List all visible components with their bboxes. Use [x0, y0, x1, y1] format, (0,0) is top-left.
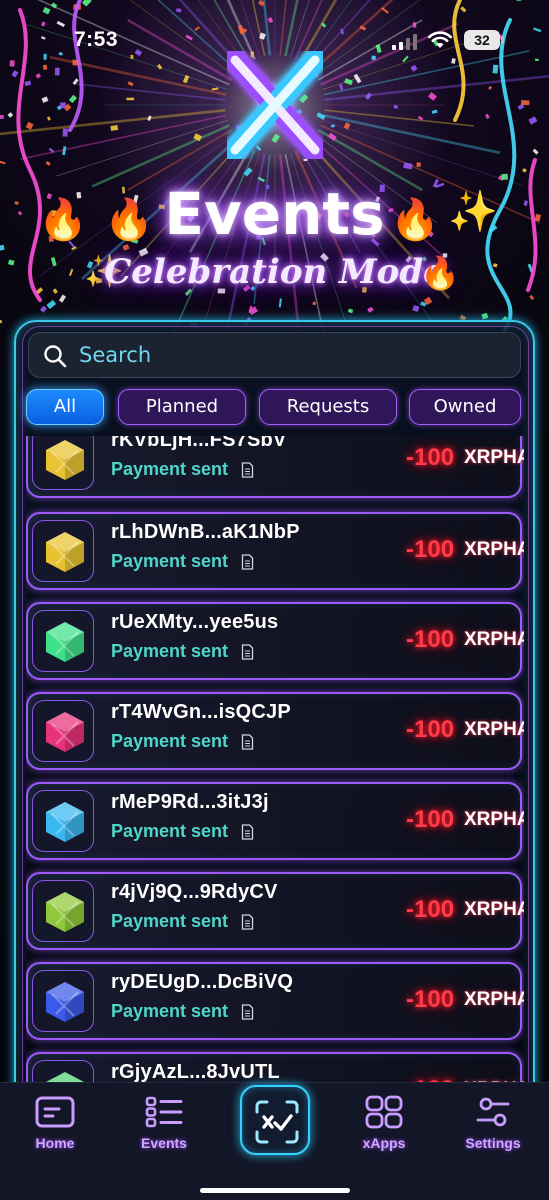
- bottom-navigation: Home Events xApps Settings: [0, 1082, 549, 1200]
- event-status: Payment sent: [111, 731, 229, 751]
- event-currency: XRPHA: [464, 629, 524, 650]
- event-address: rGjyAzL...8JvUTL: [111, 1061, 280, 1083]
- event-currency: XRPHA: [464, 539, 524, 560]
- document-icon: [241, 644, 254, 660]
- hexagon-cube-icon: [46, 622, 84, 662]
- hexagon-cube-icon: [46, 440, 84, 480]
- event-status: Payment sent: [111, 821, 229, 841]
- tab-requests[interactable]: Requests: [259, 389, 397, 425]
- token-avatar: [32, 436, 94, 490]
- nav-settings-label: Settings: [465, 1135, 521, 1151]
- header-title-row: 🔥 🔥 Events 🔥 ✨: [0, 180, 549, 260]
- event-currency: XRPHA: [464, 447, 524, 468]
- hexagon-cube-icon: [46, 802, 84, 842]
- hexagon-cube-icon: [46, 892, 84, 932]
- document-icon: [241, 462, 254, 478]
- search-bar[interactable]: [28, 332, 521, 378]
- event-amount: -100: [406, 806, 455, 833]
- tab-owned[interactable]: Owned: [409, 389, 521, 425]
- home-indicator: [200, 1188, 350, 1193]
- event-amount: -100: [406, 986, 455, 1013]
- fire-emoji: 🔥: [420, 254, 460, 292]
- event-address: ryDEUgD...DcBiVQ: [111, 971, 294, 993]
- token-avatar: [32, 880, 94, 942]
- event-status: Payment sent: [111, 459, 229, 479]
- document-icon: [241, 554, 254, 570]
- event-amount: -100: [406, 626, 455, 653]
- token-avatar: [32, 1060, 94, 1084]
- fire-emoji: 🔥: [390, 197, 440, 243]
- scan-check-icon: [255, 1100, 299, 1144]
- token-avatar: [32, 520, 94, 582]
- event-address: rKVbLjH...FS7SbV: [111, 436, 287, 451]
- token-avatar: [32, 610, 94, 672]
- search-input[interactable]: [79, 333, 499, 377]
- event-status: Payment sent: [111, 1001, 229, 1021]
- event-currency: XRPHA: [464, 719, 524, 740]
- status-time: 7:53: [74, 28, 119, 51]
- event-status: Payment sent: [111, 641, 229, 661]
- event-card[interactable]: rMeP9Rd...3itJ3j Payment sent -100 XRPHA: [26, 782, 524, 860]
- token-avatar: [32, 790, 94, 852]
- nav-xapps[interactable]: xApps: [339, 1095, 429, 1155]
- event-address: rT4WvGn...isQCJP: [111, 701, 291, 723]
- nav-events[interactable]: Events: [119, 1095, 209, 1155]
- nav-home[interactable]: Home: [10, 1095, 100, 1155]
- event-address: rUeXMty...yee5us: [111, 611, 279, 633]
- event-amount: -100: [406, 896, 455, 923]
- document-icon: [241, 914, 254, 930]
- apps-grid-icon: [365, 1095, 403, 1129]
- event-amount: -100: [406, 536, 455, 563]
- event-address: r4jVj9Q...9RdyCV: [111, 881, 278, 903]
- wifi-icon: [428, 31, 452, 48]
- nav-events-label: Events: [141, 1135, 187, 1151]
- events-list[interactable]: rKVbLjH...FS7SbV Payment sent -100 XRPHA rLh…: [26, 436, 524, 1084]
- event-card[interactable]: ryDEUgD...DcBiVQ Payment sent -100 XRPHA: [26, 962, 524, 1040]
- scan-check-button[interactable]: [240, 1085, 310, 1155]
- event-amount: -100: [406, 444, 455, 471]
- hexagon-cube-icon: [46, 532, 84, 572]
- document-icon: [241, 824, 254, 840]
- list-icon: [145, 1096, 183, 1128]
- sparkles-emoji: ✨: [448, 189, 498, 235]
- tab-planned[interactable]: Planned: [118, 389, 246, 425]
- nav-settings[interactable]: Settings: [448, 1095, 538, 1155]
- token-avatar: [32, 700, 94, 762]
- event-address: rLhDWnB...aK1NbP: [111, 521, 300, 543]
- battery-indicator: 32: [464, 30, 504, 50]
- event-card[interactable]: rLhDWnB...aK1NbP Payment sent -100 XRPHA: [26, 512, 524, 590]
- event-address: rMeP9Rd...3itJ3j: [111, 791, 269, 813]
- nav-home-label: Home: [35, 1135, 75, 1151]
- search-icon: [44, 345, 67, 368]
- tab-all[interactable]: All: [26, 389, 104, 425]
- event-currency: XRPHA: [464, 809, 524, 830]
- sliders-icon: [476, 1097, 510, 1127]
- event-currency: XRPHA: [464, 989, 524, 1010]
- event-card[interactable]: rUeXMty...yee5us Payment sent -100 XRPHA: [26, 602, 524, 680]
- event-currency: XRPHA: [464, 899, 524, 920]
- event-card[interactable]: rGjyAzL...8JvUTLPayment sent-100XRPHA: [26, 1052, 524, 1084]
- hexagon-cube-icon: [46, 712, 84, 752]
- document-icon: [241, 734, 254, 750]
- home-card-icon: [35, 1096, 75, 1128]
- nav-xapps-label: xApps: [362, 1135, 406, 1151]
- event-card[interactable]: r4jVj9Q...9RdyCV Payment sent -100 XRPHA: [26, 872, 524, 950]
- x-logo-icon: [224, 50, 326, 160]
- filter-tabs: All Planned Requests Owned: [26, 389, 526, 425]
- document-icon: [241, 1004, 254, 1020]
- event-status: Payment sent: [111, 911, 229, 931]
- page-subtitle: Celebration Mode: [104, 252, 445, 292]
- hexagon-cube-icon: [46, 982, 84, 1022]
- event-status: Payment sent: [111, 551, 229, 571]
- cellular-signal-icon: [392, 34, 417, 50]
- event-card[interactable]: rKVbLjH...FS7SbV Payment sent -100 XRPHA: [26, 436, 524, 498]
- event-card[interactable]: rT4WvGn...isQCJP Payment sent -100 XRPHA: [26, 692, 524, 770]
- token-avatar: [32, 970, 94, 1032]
- event-amount: -100: [406, 716, 455, 743]
